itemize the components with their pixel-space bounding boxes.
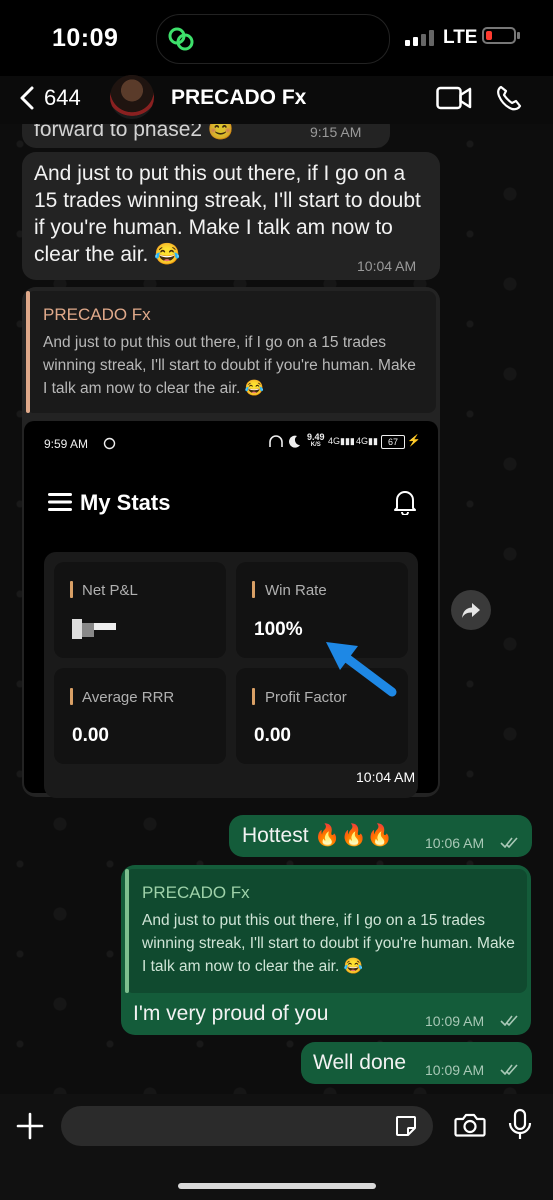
- net-speed: 9.49 K/S: [307, 433, 325, 449]
- network-type: LTE: [443, 27, 478, 48]
- avatar[interactable]: [110, 75, 154, 119]
- message-text: Hottest 🔥🔥🔥: [242, 824, 393, 847]
- read-receipt-icon: [500, 1064, 518, 1075]
- link-icon: [168, 27, 194, 51]
- home-indicator[interactable]: [178, 1183, 376, 1189]
- card-label: Win Rate: [265, 582, 327, 599]
- quote-accent-bar: [125, 869, 129, 993]
- sticker-icon[interactable]: [394, 1114, 418, 1138]
- message-text: I'm very proud of you: [133, 1002, 329, 1025]
- quote-text: And just to put this out there, if I go …: [142, 912, 515, 975]
- message-time: 10:04 AM: [357, 258, 417, 274]
- screenshot-battery: 67: [381, 435, 405, 449]
- quote-text: And just to put this out there, if I go …: [43, 334, 416, 397]
- card-accent: [252, 581, 255, 598]
- message-input[interactable]: [61, 1106, 433, 1146]
- screenshot-signal-2: 4G▮▮: [356, 436, 378, 446]
- read-receipt-icon: [500, 1015, 518, 1026]
- net-speed-unit: K/S: [310, 442, 321, 448]
- video-call-icon[interactable]: [436, 86, 472, 110]
- screenshot-title: My Stats: [80, 490, 171, 515]
- stat-card-net-pnl: [54, 562, 226, 658]
- card-value: 100%: [254, 619, 303, 640]
- stat-card-average-rrr: [54, 668, 226, 764]
- quote-accent-bar: [26, 291, 30, 413]
- card-label: Net P&L: [82, 582, 138, 599]
- phone-icon[interactable]: [495, 84, 523, 112]
- signal-icon: [405, 30, 434, 46]
- plus-icon[interactable]: [16, 1112, 44, 1140]
- bell-icon: [394, 491, 416, 515]
- status-time: 10:09: [52, 24, 119, 52]
- card-accent: [70, 581, 73, 598]
- back-icon[interactable]: [14, 84, 42, 112]
- card-accent: [252, 688, 255, 705]
- screenshot-time: 9:59 AM: [44, 437, 89, 451]
- whatsapp-icon: [103, 437, 116, 450]
- message-time: 10:09 AM: [425, 1062, 485, 1078]
- message-time: 9:15 AM: [310, 124, 362, 140]
- card-value: 0.00: [254, 725, 291, 746]
- quote-author: PRECADO Fx: [142, 883, 250, 902]
- card-value: 0.00: [72, 725, 109, 746]
- annotation-arrow-icon: [326, 642, 397, 697]
- message-text: And just to put this out there, if I go …: [34, 162, 421, 266]
- message-text: Well done: [313, 1051, 407, 1074]
- menu-icon: [48, 493, 72, 511]
- forward-icon[interactable]: [461, 600, 481, 620]
- mic-icon[interactable]: [508, 1108, 532, 1142]
- camera-icon[interactable]: [454, 1112, 486, 1138]
- redacted-value: [72, 619, 116, 639]
- headphones-icon: [269, 435, 283, 447]
- contact-name[interactable]: PRECADO Fx: [171, 86, 306, 110]
- card-label: Average RRR: [82, 689, 175, 706]
- card-accent: [70, 688, 73, 705]
- message-time: 10:09 AM: [425, 1013, 485, 1029]
- net-speed-value: 9.49: [307, 432, 325, 442]
- screenshot-signal: 4G▮▮▮: [328, 436, 355, 446]
- message-time: 10:04 AM: [356, 769, 416, 785]
- moon-icon: [289, 435, 300, 448]
- charging-icon: ⚡: [407, 435, 421, 447]
- message-time: 10:06 AM: [425, 835, 485, 851]
- battery-icon: [482, 27, 516, 44]
- read-receipt-icon: [500, 837, 518, 848]
- quote-author: PRECADO Fx: [43, 305, 151, 324]
- unread-count[interactable]: 644: [44, 85, 81, 111]
- battery-tip: [517, 32, 520, 39]
